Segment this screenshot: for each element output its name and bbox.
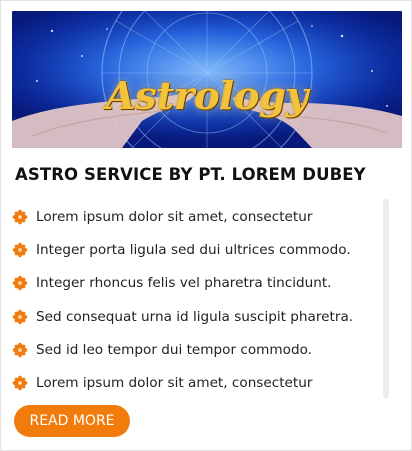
orange-flower-icon xyxy=(12,242,28,258)
read-more-button[interactable]: READ MORE xyxy=(14,405,130,437)
list-item-text: Integer rhoncus felis vel pharetra tinci… xyxy=(36,275,332,292)
list-item-text: Lorem ipsum dolor sit amet, consectetur xyxy=(36,375,313,392)
orange-flower-icon xyxy=(12,375,28,391)
list-item: Integer rhoncus felis vel pharetra tinci… xyxy=(12,267,380,300)
service-list: Lorem ipsum dolor sit amet, consectetur I… xyxy=(12,200,380,399)
list-item-text: Sed consequat urna id ligula suscipit ph… xyxy=(36,308,354,325)
orange-flower-icon xyxy=(12,275,28,291)
list-item: Lorem ipsum dolor sit amet, consectetur xyxy=(12,366,380,399)
list-item-text: Sed id leo tempor dui tempor commodo. xyxy=(36,341,312,358)
list-item: Lorem ipsum dolor sit amet, consectetur xyxy=(12,200,380,233)
orange-flower-icon xyxy=(12,209,28,225)
list-item-text: Lorem ipsum dolor sit amet, consectetur xyxy=(36,208,313,225)
banner-astrology-lettering: Astrology xyxy=(105,73,309,118)
orange-flower-icon xyxy=(12,342,28,358)
orange-flower-icon xyxy=(12,309,28,325)
list-item: Sed consequat urna id ligula suscipit ph… xyxy=(12,300,380,333)
service-card: Astrology ASTRO SERVICE BY PT. LOREM DUB… xyxy=(0,0,412,451)
astrology-banner-image: Astrology xyxy=(12,11,402,148)
list-item: Sed id leo tempor dui tempor commodo. xyxy=(12,333,380,366)
card-title: ASTRO SERVICE BY PT. LOREM DUBEY xyxy=(15,165,366,184)
list-item-text: Integer porta ligula sed dui ultrices co… xyxy=(36,241,351,258)
list-item: Integer porta ligula sed dui ultrices co… xyxy=(12,233,380,266)
list-scrollbar[interactable] xyxy=(383,199,389,399)
